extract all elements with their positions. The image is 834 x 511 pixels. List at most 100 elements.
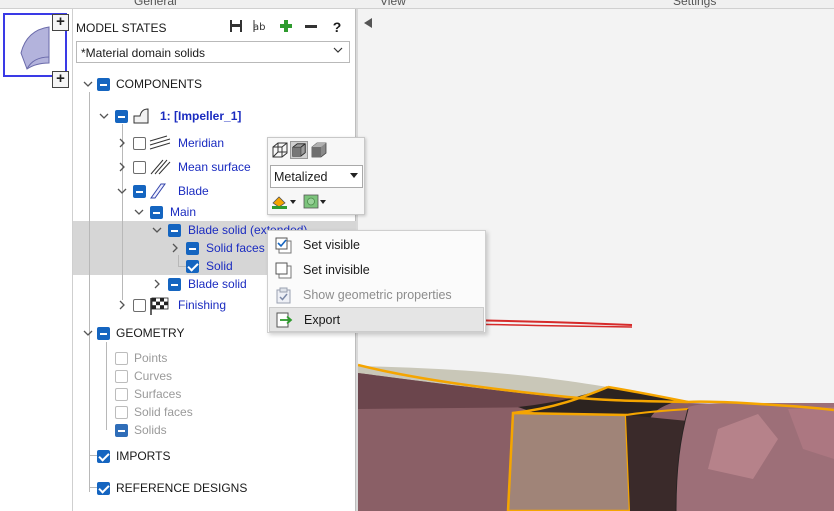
app-window: General View Settings + + MODEL STATES a… (0, 0, 834, 511)
checkered-flag-icon (149, 297, 171, 315)
menu-item-export[interactable]: Export (269, 307, 484, 332)
surfaces-checkbox[interactable] (115, 388, 128, 401)
caret-down-icon (350, 172, 358, 181)
set-visible-label: Set visible (303, 238, 360, 252)
surfaces-label: Surfaces (134, 387, 182, 401)
shaded-icon[interactable] (310, 141, 328, 159)
solids-label: Solids (134, 423, 167, 437)
reference-designs-checkbox[interactable] (97, 482, 110, 495)
add-model-state-top-button[interactable]: + (52, 14, 69, 31)
tree-node-geo-solid-faces[interactable]: Solid faces (98, 402, 218, 422)
set-visible-icon (275, 237, 292, 254)
solid-checkbox[interactable] (186, 260, 199, 273)
blade-icon (149, 183, 171, 199)
imports-checkbox[interactable] (97, 450, 110, 463)
svg-text:ab: ab (253, 22, 265, 33)
tree-node-solid-faces[interactable]: Solid faces (170, 238, 280, 258)
meridian-label: Meridian (178, 136, 225, 150)
tree-node-solid[interactable]: Solid (170, 256, 280, 276)
model-state-thumbnails: + + (0, 9, 72, 511)
main-checkbox[interactable] (150, 206, 163, 219)
chevron-down-icon[interactable] (83, 323, 93, 343)
points-checkbox[interactable] (115, 352, 128, 365)
blade-solid-checkbox[interactable] (168, 278, 181, 291)
panel-title: MODEL STATES (76, 21, 167, 35)
geometry-checkbox[interactable] (97, 327, 110, 340)
help-icon[interactable]: ? (329, 19, 345, 35)
geo-solid-faces-label: Solid faces (134, 405, 193, 419)
curves-checkbox[interactable] (115, 370, 128, 383)
solid-label: Solid (206, 259, 233, 273)
chevron-right-icon[interactable] (117, 133, 127, 153)
mean-surface-icon (149, 159, 171, 175)
tree-node-surfaces[interactable]: Surfaces (98, 384, 218, 404)
impeller-icon (132, 108, 154, 124)
render-mode-value: Metalized (274, 170, 328, 184)
show-geometric-properties-label: Show geometric properties (303, 288, 452, 302)
render-style-toolbar: Metalized (267, 137, 365, 215)
tree-node-components[interactable]: COMPONENTS (80, 74, 340, 94)
tree-node-blade-solid[interactable]: Blade solid (152, 274, 272, 294)
chevron-down-icon[interactable] (152, 220, 162, 240)
menu-item-set-visible[interactable]: Set visible (269, 233, 484, 258)
chevron-down-icon (333, 46, 343, 57)
blade-solid-extended-checkbox[interactable] (168, 224, 181, 237)
mean-surface-checkbox[interactable] (133, 161, 146, 174)
tree-node-main[interactable]: Main (134, 202, 284, 222)
remove-icon[interactable] (303, 19, 319, 35)
finishing-label: Finishing (178, 298, 227, 312)
tree-node-impeller[interactable]: 1: [Impeller_1] (98, 106, 348, 126)
menu-item-set-invisible[interactable]: Set invisible (269, 258, 484, 283)
set-invisible-label: Set invisible (303, 263, 370, 277)
save-icon[interactable] (228, 19, 244, 35)
rename-icon[interactable]: ab (253, 19, 269, 35)
set-invisible-icon (275, 262, 292, 279)
impeller-label: 1: [Impeller_1] (160, 109, 242, 123)
chevron-right-icon[interactable] (117, 295, 127, 315)
curves-label: Curves (134, 369, 173, 383)
meridian-icon (149, 135, 171, 151)
impeller-checkbox[interactable] (115, 110, 128, 123)
reference-designs-label: REFERENCE DESIGNS (116, 481, 248, 495)
tree-node-geometry[interactable]: GEOMETRY (80, 323, 280, 343)
chevron-right-icon[interactable] (170, 238, 180, 258)
chevron-right-icon[interactable] (152, 274, 162, 294)
tree-node-points[interactable]: Points (98, 348, 218, 368)
add-model-state-bottom-button[interactable]: + (52, 71, 69, 88)
solid-faces-checkbox[interactable] (186, 242, 199, 255)
chevron-right-icon[interactable] (117, 157, 127, 177)
tree-node-imports[interactable]: IMPORTS (80, 446, 280, 466)
imports-label: IMPORTS (116, 449, 171, 463)
finishing-checkbox[interactable] (133, 299, 146, 312)
geo-solid-faces-checkbox[interactable] (115, 406, 128, 419)
menu-settings[interactable]: Settings (673, 0, 716, 8)
blade-label: Blade (178, 184, 209, 198)
components-checkbox[interactable] (97, 78, 110, 91)
render-mode-dropdown[interactable]: Metalized (270, 165, 363, 188)
model-state-dropdown[interactable]: *Material domain solids (76, 41, 350, 63)
blade-checkbox[interactable] (133, 185, 146, 198)
chevron-down-icon[interactable] (134, 202, 144, 222)
chevron-down-icon[interactable] (117, 181, 127, 201)
tree-line (89, 92, 90, 492)
menu-general[interactable]: General (134, 0, 177, 8)
solids-checkbox[interactable] (115, 424, 128, 437)
line-color-icon[interactable] (303, 194, 327, 212)
meridian-checkbox[interactable] (133, 137, 146, 150)
chevron-down-icon[interactable] (83, 74, 93, 94)
context-menu: Set visible Set invisible Show geometric… (267, 230, 486, 333)
tree-node-reference-designs[interactable]: REFERENCE DESIGNS (80, 478, 280, 498)
components-label: COMPONENTS (116, 77, 203, 91)
main-label: Main (170, 205, 197, 219)
tree-node-finishing[interactable]: Finishing (117, 295, 267, 315)
fill-color-icon[interactable] (271, 194, 297, 212)
chevron-down-icon[interactable] (99, 106, 109, 126)
menu-view[interactable]: View (380, 0, 406, 8)
wireframe-icon[interactable] (271, 141, 289, 159)
menu-item-show-geometric-properties[interactable]: Show geometric properties (269, 283, 484, 308)
tree-node-curves[interactable]: Curves (98, 366, 218, 386)
mean-surface-label: Mean surface (178, 160, 251, 174)
tree-node-solids[interactable]: Solids (98, 420, 218, 440)
shaded-edges-icon[interactable] (290, 141, 308, 159)
add-icon[interactable] (278, 19, 294, 35)
